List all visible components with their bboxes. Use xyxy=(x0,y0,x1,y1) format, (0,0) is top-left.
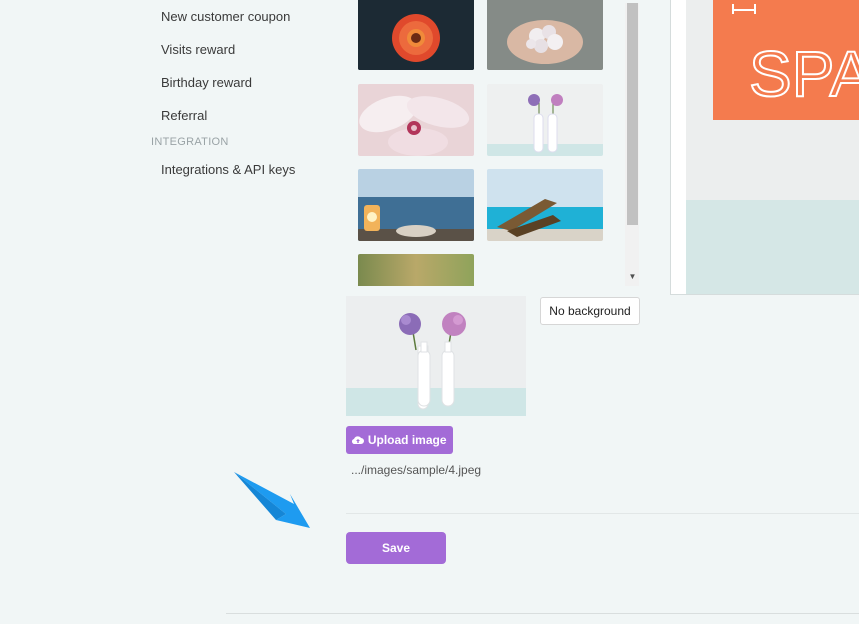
no-background-button[interactable]: No background xyxy=(540,297,640,325)
selected-vases-image xyxy=(346,296,526,416)
cloud-upload-icon xyxy=(352,433,367,447)
upload-image-label: Upload image xyxy=(367,433,447,447)
divider xyxy=(346,513,859,514)
thumbnail-lantern-sea[interactable] xyxy=(358,169,474,241)
thumbnail-blurred-green[interactable] xyxy=(358,254,474,286)
deckchair-pool-image xyxy=(487,169,603,241)
thumbnail-deckchair-pool[interactable] xyxy=(487,169,603,241)
footer-divider xyxy=(226,613,859,614)
sidebar-item-integrations-api-keys[interactable]: Integrations & API keys xyxy=(161,162,295,178)
sidebar-item-birthday-reward[interactable]: Birthday reward xyxy=(161,75,252,91)
sidebar-item-new-customer-coupon[interactable]: New customer coupon xyxy=(161,9,290,25)
image-path: .../images/sample/4.jpeg xyxy=(351,463,482,477)
scroll-down-arrow-icon[interactable]: ▼ xyxy=(627,270,638,284)
thumbnail-hands-flowers[interactable] xyxy=(487,0,603,70)
thumbnail-magnolia[interactable] xyxy=(358,84,474,156)
red-gerbera-image xyxy=(358,0,474,70)
preview-banner-text: SPA xyxy=(749,38,859,110)
lantern-sea-image xyxy=(358,169,474,241)
magnolia-image xyxy=(358,84,474,156)
sidebar-item-visits-reward[interactable]: Visits reward xyxy=(161,42,235,58)
vases-image xyxy=(487,84,603,156)
selected-image xyxy=(346,296,526,416)
image-gallery xyxy=(358,0,618,286)
gallery-scrollbar-thumb[interactable] xyxy=(627,3,638,225)
sidebar-section-integration: INTEGRATION xyxy=(151,136,229,148)
thumbnail-red-gerbera[interactable] xyxy=(358,0,474,70)
thumbnail-vases[interactable] xyxy=(487,84,603,156)
sidebar-item-referral[interactable]: Referral xyxy=(161,108,207,124)
preview-panel: SPA xyxy=(670,0,859,295)
blurred-green-image xyxy=(358,254,474,286)
hands-flowers-image xyxy=(487,0,603,70)
upload-image-button[interactable]: Upload image xyxy=(346,426,453,454)
pointer-arrow-icon xyxy=(234,472,310,528)
preview-image: SPA xyxy=(686,0,859,294)
save-button[interactable]: Save xyxy=(346,532,446,564)
